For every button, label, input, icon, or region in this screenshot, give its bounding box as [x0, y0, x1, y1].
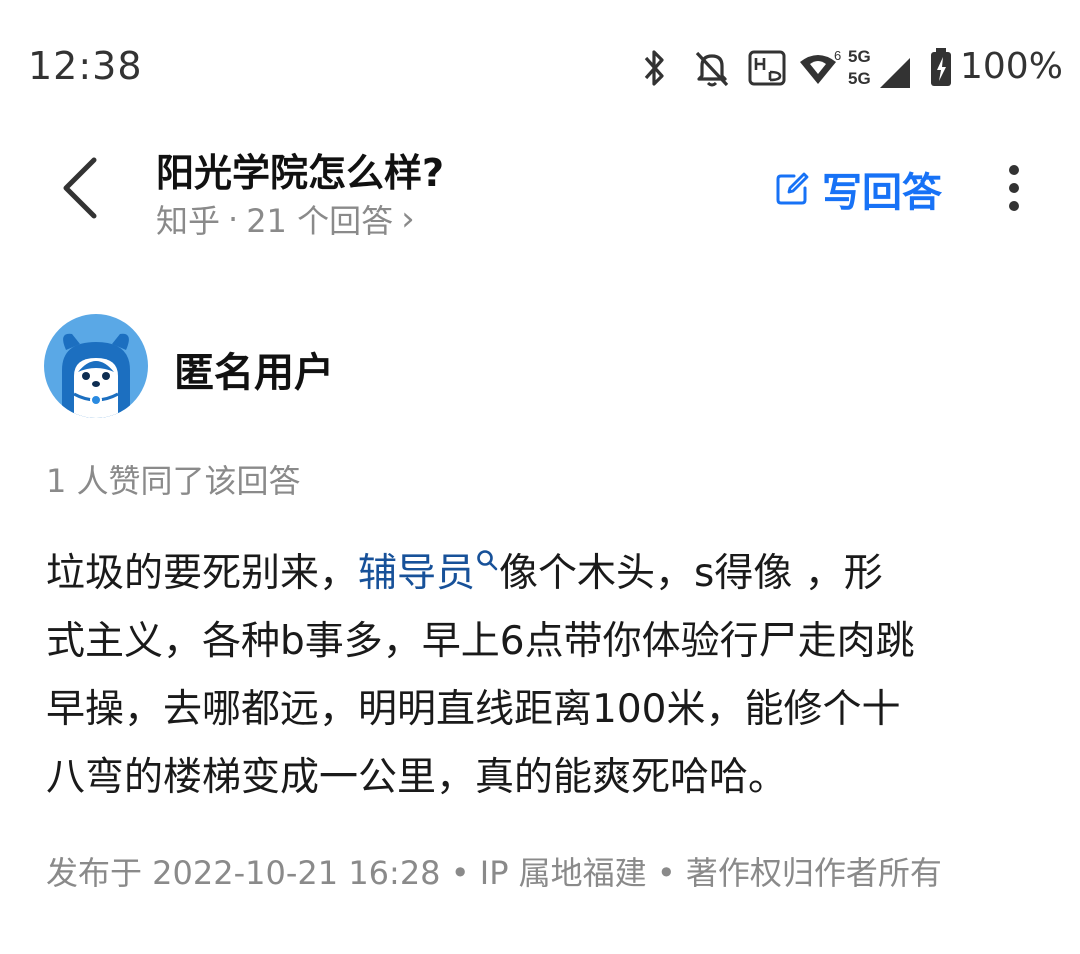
chevron-right-icon: › — [401, 199, 415, 239]
answer-content: 垃圾的要死别来，辅导员 像个木头，s得像 ，形 式主义，各种b事多，早上6点带你体… — [46, 540, 1046, 812]
hd-icon — [748, 44, 786, 92]
question-meta-link[interactable]: 知乎 · 21 个回答 › — [156, 196, 415, 242]
author-name[interactable]: 匿名用户 — [174, 340, 334, 398]
keyword-link[interactable]: 辅导员 — [358, 550, 499, 596]
answer-line-4: 八弯的楼梯变成一公里，真的能爽死哈哈。 — [46, 755, 788, 800]
more-vertical-icon — [1009, 165, 1019, 211]
anonymous-mascot-icon — [44, 314, 148, 418]
source-label: 知乎 — [156, 202, 221, 240]
question-title[interactable]: 阳光学院怎么样? — [156, 142, 444, 197]
wifi-badge: 6 — [834, 48, 841, 63]
wifi-icon: 6 — [798, 44, 844, 92]
search-icon — [477, 550, 498, 571]
chevron-left-icon — [63, 157, 97, 219]
bluetooth-icon — [636, 44, 672, 92]
write-answer-button[interactable]: 写回答 — [774, 162, 942, 216]
signal-5g-icon: 5G 5G — [846, 44, 914, 92]
answer-line-3: 早操，去哪都远，明明直线距离100米，能修个十 — [46, 687, 901, 732]
avatar[interactable] — [44, 314, 148, 418]
edit-icon — [776, 172, 809, 205]
answer-line-1: 垃圾的要死别来，辅导员 像个木头，s得像 ，形 — [46, 540, 1046, 608]
bell-off-icon — [690, 44, 734, 92]
answer-footer: 发布于 2022-10-21 16:28 • IP 属地福建 • 著作权归作者所… — [46, 854, 942, 892]
answer-line-2: 式主义，各种b事多，早上6点带你体验行尸走肉跳 — [46, 619, 915, 664]
write-answer-label: 写回答 — [822, 170, 942, 216]
battery-percentage: 100% — [960, 46, 1063, 87]
status-time: 12:38 — [28, 44, 143, 88]
battery-icon — [928, 44, 954, 92]
answer-count: 21 个回答 — [246, 202, 394, 240]
network-label-1: 5G — [848, 47, 871, 66]
vote-count: 1 人赞同了该回答 — [46, 462, 301, 500]
more-options-button[interactable] — [994, 162, 1034, 216]
back-button[interactable] — [58, 150, 106, 226]
meta-separator: · — [228, 200, 239, 238]
network-label-2: 5G — [848, 69, 871, 88]
